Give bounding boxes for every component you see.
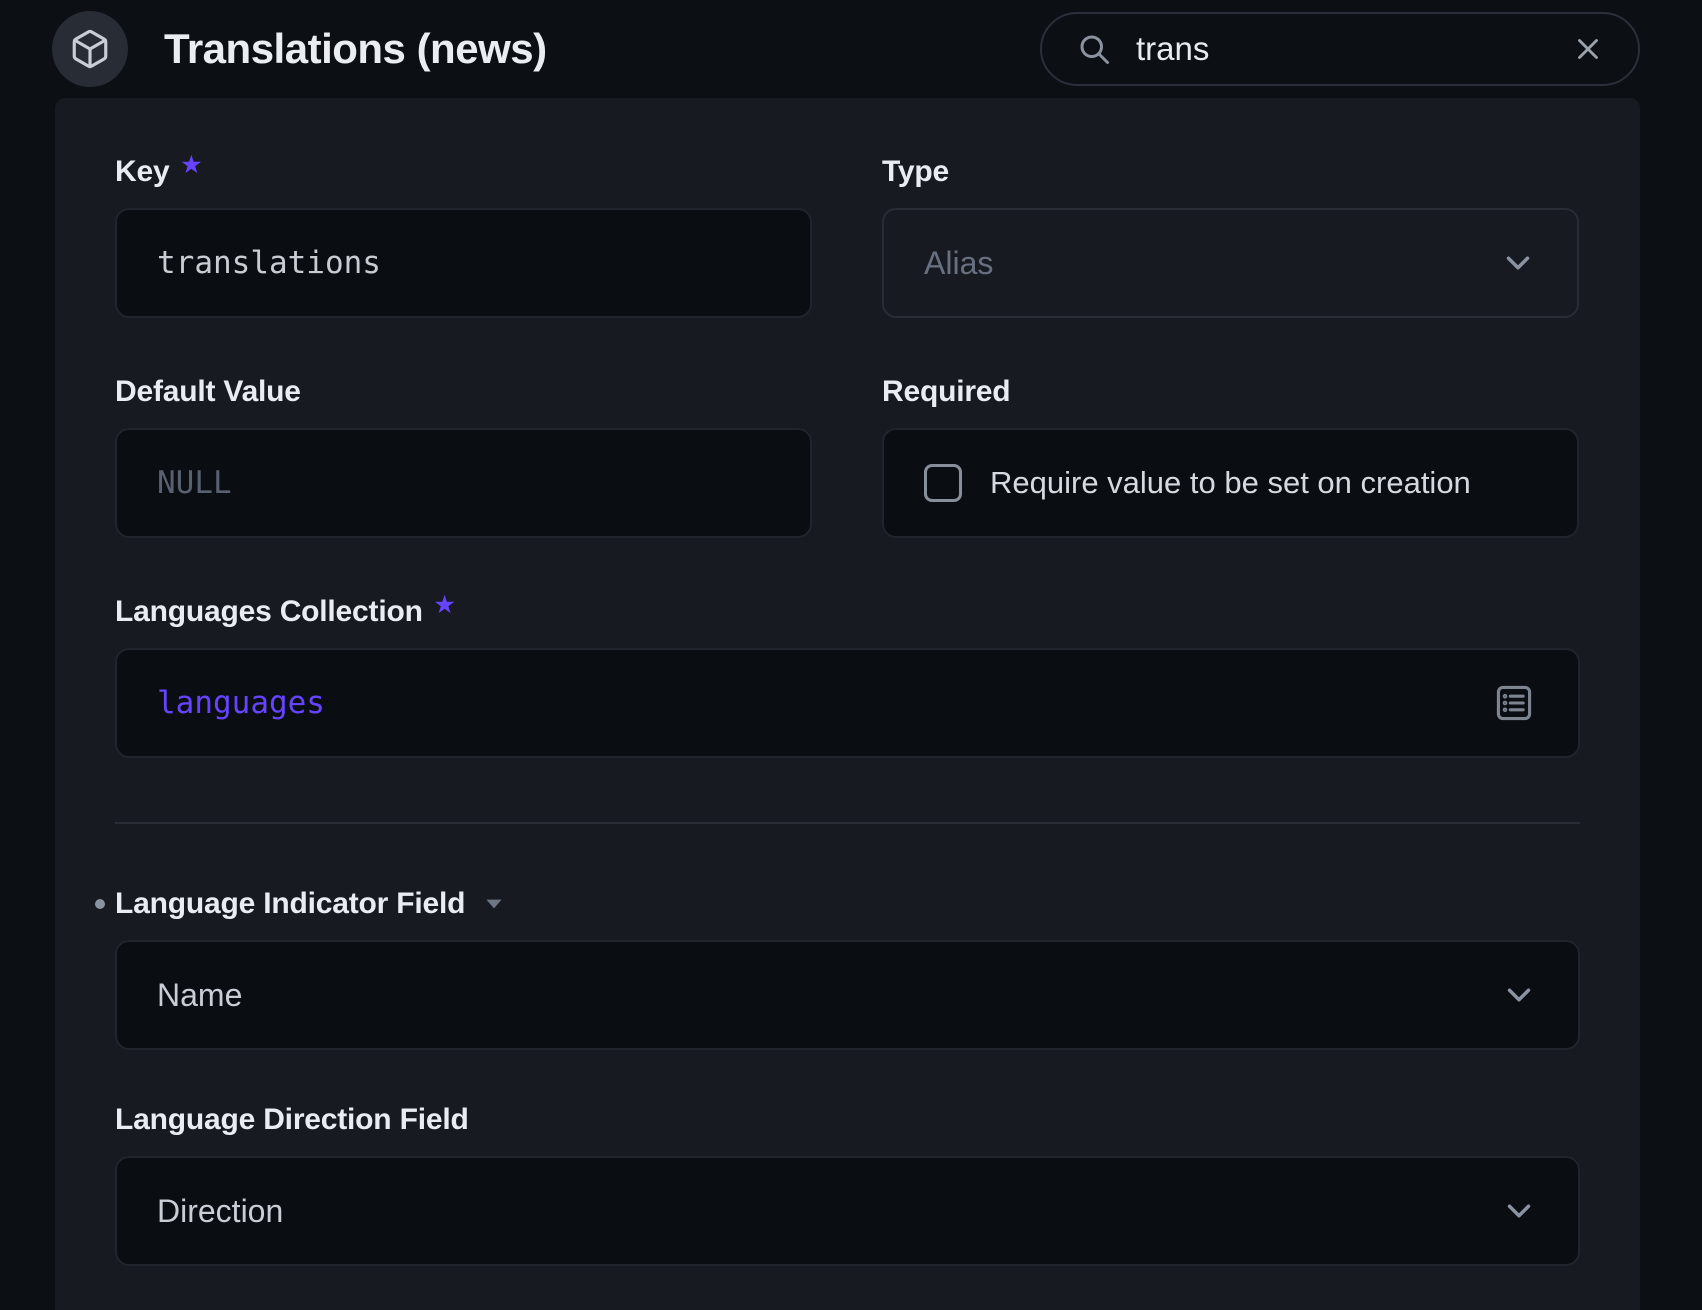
field-required: Required Require value to be set on crea… — [882, 374, 1579, 538]
languages-collection-label: Languages Collection ★ — [115, 594, 1580, 630]
default-value-label: Default Value — [115, 374, 812, 410]
languages-collection-value: languages — [157, 685, 325, 721]
field-language-direction: Language Direction Field Direction — [115, 1102, 1580, 1266]
type-label: Type — [882, 154, 1579, 190]
search-input[interactable] — [1136, 30, 1568, 68]
required-checkbox[interactable] — [924, 464, 962, 502]
collection-avatar — [52, 11, 128, 87]
key-input[interactable] — [157, 245, 770, 281]
select-collection-button[interactable] — [1490, 679, 1538, 727]
field-key: Key ★ — [115, 154, 812, 318]
field-default-value: Default Value — [115, 374, 812, 538]
field-detail-drawer: Translations (news) Key ★ — [0, 0, 1702, 1310]
chevron-down-icon — [1500, 1192, 1538, 1230]
required-label: Required — [882, 374, 1579, 410]
language-direction-select-value: Direction — [157, 1193, 283, 1230]
required-checkbox-label: Require value to be set on creation — [990, 465, 1471, 501]
drawer-header: Translations (news) — [0, 0, 1702, 98]
chevron-down-icon — [1500, 976, 1538, 1014]
search-box — [1040, 12, 1640, 86]
triangle-down-icon — [481, 891, 507, 917]
chevron-down-icon — [1499, 244, 1537, 282]
section-divider — [115, 822, 1580, 824]
language-direction-label: Language Direction Field — [115, 1102, 1580, 1138]
default-value-input[interactable] — [157, 465, 770, 501]
box-icon — [69, 28, 111, 70]
required-checkbox-row[interactable]: Require value to be set on creation — [882, 428, 1579, 538]
field-edited-dot — [95, 899, 105, 909]
search-icon — [1076, 31, 1112, 67]
field-form-card: Key ★ Type Alias — [55, 98, 1640, 1310]
languages-collection-input-box: languages — [115, 648, 1580, 758]
key-label: Key ★ — [115, 154, 812, 190]
form-row-2: Default Value Required Require value to … — [115, 374, 1580, 538]
required-star-icon: ★ — [181, 152, 201, 178]
key-input-box — [115, 208, 812, 318]
field-language-indicator: Language Indicator Field Name — [115, 886, 1580, 1050]
field-menu-toggle[interactable] — [481, 891, 507, 917]
language-indicator-label: Language Indicator Field — [115, 886, 1580, 922]
default-value-input-box — [115, 428, 812, 538]
language-indicator-select[interactable]: Name — [115, 940, 1580, 1050]
list-alt-icon — [1492, 681, 1536, 725]
close-icon — [1571, 32, 1605, 66]
language-indicator-select-value: Name — [157, 977, 242, 1014]
form-row-1: Key ★ Type Alias — [115, 154, 1580, 318]
type-select: Alias — [882, 208, 1579, 318]
clear-search-button[interactable] — [1568, 29, 1608, 69]
language-direction-select[interactable]: Direction — [115, 1156, 1580, 1266]
field-type: Type Alias — [882, 154, 1579, 318]
required-star-icon: ★ — [435, 592, 455, 618]
type-select-value: Alias — [924, 245, 993, 282]
page-title: Translations (news) — [164, 25, 547, 73]
field-languages-collection: Languages Collection ★ languages — [115, 594, 1580, 758]
